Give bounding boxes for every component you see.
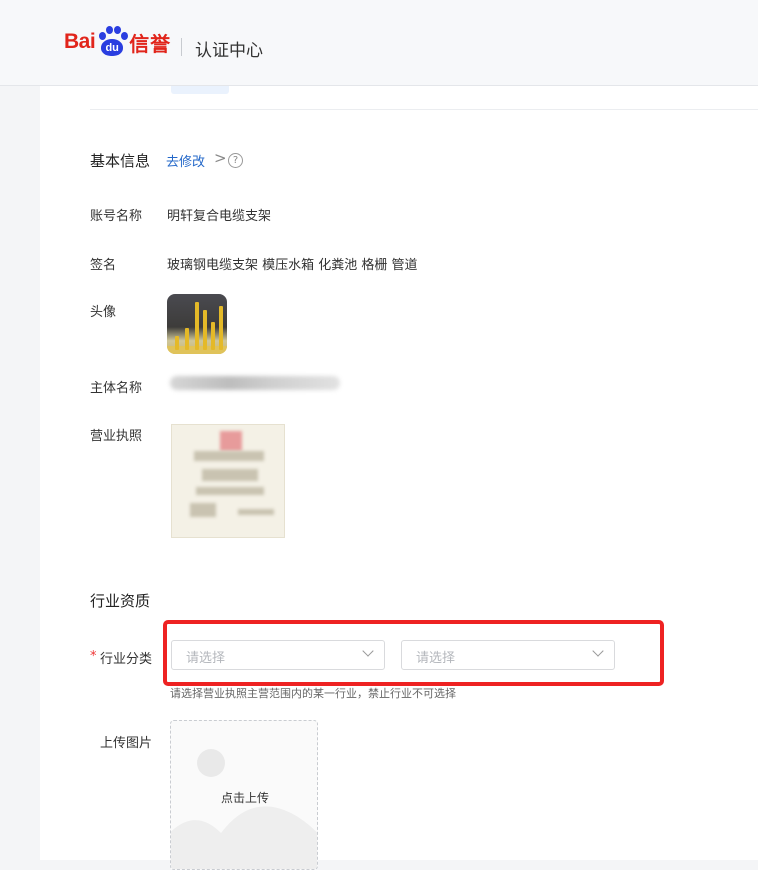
help-icon[interactable]: ? <box>228 153 243 168</box>
industry-title: 行业资质 <box>90 592 151 610</box>
account-value: 明轩复合电缆支架 <box>167 209 272 224</box>
mountain-placeholder-icon <box>171 806 317 869</box>
edit-link[interactable]: 去修改 <box>166 151 205 170</box>
category-helper-text: 请选择营业执照主营范围内的某一行业，禁止行业不可选择 <box>170 687 456 700</box>
logo-bai-text: Bai <box>64 30 96 53</box>
status-badge <box>171 86 229 94</box>
account-label: 账号名称 <box>90 209 143 224</box>
baidu-paw-icon: du <box>96 26 129 58</box>
basic-info-title: 基本信息 <box>90 152 151 170</box>
business-license-image[interactable] <box>171 424 285 538</box>
license-label: 营业执照 <box>90 429 143 444</box>
category-label: 行业分类 <box>100 652 153 667</box>
top-header: Bai du 信誉 认证中心 <box>0 0 758 86</box>
section-divider <box>90 109 758 110</box>
highlight-annotation-box <box>163 620 664 686</box>
upload-text: 点击上传 <box>220 791 269 805</box>
avatar <box>167 294 227 354</box>
entity-name-blurred <box>170 376 340 390</box>
logo-du-text: du <box>101 39 124 56</box>
required-mark: * <box>90 649 97 664</box>
baidu-xinyu-logo[interactable]: Bai du 信誉 <box>64 25 171 59</box>
avatar-label: 头像 <box>90 305 117 320</box>
page-title: 认证中心 <box>195 41 263 61</box>
upload-image-button[interactable]: 点击上传 <box>170 720 318 870</box>
chevron-right-icon: > <box>214 149 227 167</box>
signature-value: 玻璃钢电缆支架 模压水箱 化粪池 格栅 管道 <box>167 258 418 273</box>
main-card: 基本信息 去修改 > ? 账号名称 明轩复合电缆支架 签名 玻璃钢电缆支架 模压… <box>40 86 758 870</box>
upload-label: 上传图片 <box>100 736 153 751</box>
entity-name-label: 主体名称 <box>90 381 143 396</box>
logo-xinyu-text: 信誉 <box>129 31 172 56</box>
header-divider <box>181 38 182 56</box>
signature-label: 签名 <box>90 258 117 273</box>
